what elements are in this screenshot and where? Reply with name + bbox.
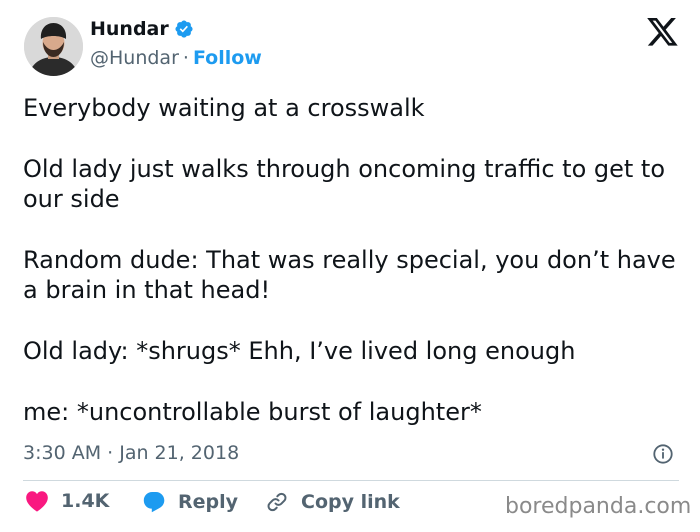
reply-bubble-icon bbox=[143, 492, 165, 513]
handle[interactable]: @Hundar bbox=[90, 47, 179, 69]
tweet-card: Hundar @Hundar · Follow Everybody waiting … bbox=[0, 0, 700, 532]
tweet-text: Everybody waiting at a crosswalk Old lad… bbox=[23, 93, 683, 427]
copy-link-label: Copy link bbox=[301, 491, 400, 513]
handle-row: @Hundar · Follow bbox=[90, 47, 262, 69]
author-name-row: Hundar bbox=[90, 18, 194, 40]
link-icon bbox=[267, 492, 287, 512]
divider bbox=[23, 480, 679, 481]
follow-button[interactable]: Follow bbox=[193, 47, 262, 69]
tweet-paragraph: Everybody waiting at a crosswalk bbox=[23, 94, 425, 122]
verified-badge-icon bbox=[175, 20, 193, 38]
tweet-paragraph: me: *uncontrollable burst of laughter* bbox=[23, 398, 482, 426]
heart-icon bbox=[26, 491, 48, 512]
display-name[interactable]: Hundar bbox=[90, 18, 169, 40]
info-icon[interactable] bbox=[652, 443, 674, 465]
tweet-paragraph: Random dude: That was really special, yo… bbox=[23, 246, 676, 304]
timestamp[interactable]: 3:30 AM · Jan 21, 2018 bbox=[23, 442, 239, 464]
watermark: boredpanda.com bbox=[505, 494, 692, 519]
avatar[interactable] bbox=[24, 17, 83, 76]
separator-dot: · bbox=[182, 47, 189, 69]
copy-link-button[interactable]: Copy link bbox=[265, 490, 400, 514]
reply-button[interactable]: Reply bbox=[142, 490, 238, 514]
like-count: 1.4K bbox=[61, 490, 110, 512]
x-logo-icon[interactable] bbox=[647, 18, 679, 47]
tweet-paragraph: Old lady just walks through oncoming tra… bbox=[23, 155, 666, 213]
like-button[interactable]: 1.4K bbox=[25, 490, 109, 512]
reply-label: Reply bbox=[178, 491, 239, 513]
avatar-image bbox=[24, 17, 83, 76]
tweet-paragraph: Old lady: *shrugs* Ehh, I’ve lived long … bbox=[23, 337, 576, 365]
